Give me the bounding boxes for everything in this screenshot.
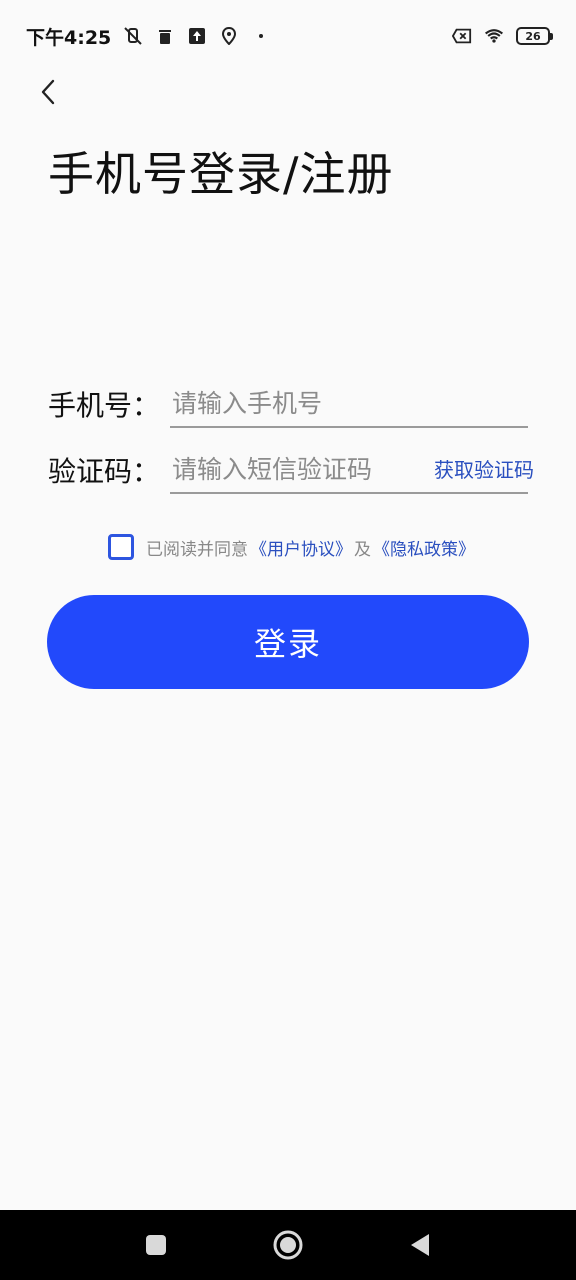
back-triangle-icon[interactable]: [400, 1225, 440, 1265]
phone-input[interactable]: [170, 388, 528, 418]
login-button[interactable]: 登录: [47, 595, 529, 689]
code-field-wrap: 获取验证码: [170, 446, 534, 494]
back-button[interactable]: [30, 76, 66, 112]
agreement-prefix: 已阅读并同意: [146, 539, 248, 560]
trash-icon: [155, 26, 175, 46]
recents-square-icon[interactable]: [136, 1225, 176, 1265]
battery-icon: 26: [516, 27, 553, 45]
login-screen: 下午4:25 26 手机号登录/注册 手机号： 请输入手机号 验证码： 请输入短…: [0, 0, 576, 1280]
status-bar: 下午4:25 26: [0, 0, 576, 72]
code-row: 验证码： 获取验证码: [48, 442, 534, 498]
agreement-checkbox[interactable]: [108, 534, 134, 560]
phone-row: 手机号：: [48, 376, 528, 432]
home-circle-icon[interactable]: [268, 1225, 308, 1265]
status-time: 下午4:25: [26, 26, 112, 49]
agreement-text-group: 已阅读并同意 《用户协议》 及 《隐私政策》: [146, 535, 475, 560]
location-icon: [219, 26, 239, 46]
user-agreement-link[interactable]: 《用户协议》: [250, 535, 352, 560]
page-title: 手机号登录/注册: [48, 147, 394, 201]
agreement-conjunction: 及: [354, 539, 371, 560]
status-left: 下午4:25: [26, 23, 271, 50]
phone-field-wrap: [170, 380, 528, 428]
system-nav-bar: [0, 1210, 576, 1280]
dot-icon: [251, 26, 271, 46]
phone-label: 手机号：: [48, 389, 161, 422]
get-code-button[interactable]: 获取验证码: [434, 454, 534, 483]
code-label: 验证码：: [48, 455, 161, 488]
privacy-policy-link[interactable]: 《隐私政策》: [373, 535, 475, 560]
upload-icon: [187, 26, 207, 46]
sim-x-icon: [452, 26, 472, 46]
status-right: 26: [452, 26, 553, 46]
agreement-row: 已阅读并同意 《用户协议》 及 《隐私政策》: [108, 534, 475, 560]
mute-vibrate-icon: [123, 26, 143, 46]
wifi-icon: [484, 26, 504, 46]
chevron-left-icon: [38, 78, 58, 110]
